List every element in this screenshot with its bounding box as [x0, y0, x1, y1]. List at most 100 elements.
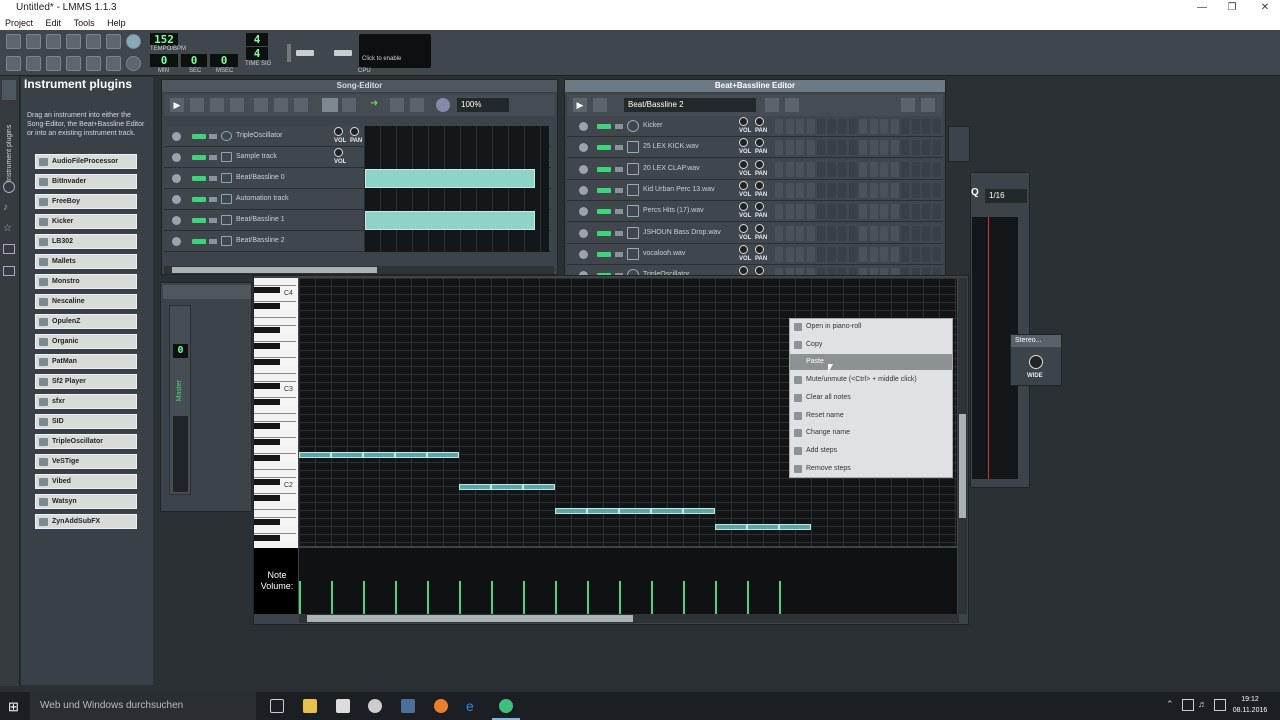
track-settings-gear-icon[interactable] — [579, 185, 588, 195]
bb-add-track-icon[interactable] — [765, 98, 779, 112]
context-menu-item[interactable]: Reset name — [790, 408, 952, 424]
beat-step-button[interactable] — [911, 119, 920, 134]
stereo-plugin-title[interactable]: Stereo... — [1011, 335, 1061, 347]
beat-step-button[interactable] — [922, 246, 930, 262]
note-volume-bar[interactable] — [715, 581, 717, 614]
new-from-template-icon[interactable] — [26, 34, 41, 49]
bb-track-name[interactable]: JSHOUN Bass Drop.wav — [643, 229, 721, 236]
beat-step-button[interactable] — [796, 225, 804, 241]
beat-step-button[interactable] — [775, 119, 783, 134]
master-fader-meter[interactable] — [173, 416, 188, 492]
beat-step-button[interactable] — [911, 161, 920, 177]
beat-step-button[interactable] — [880, 182, 888, 198]
piano-key-black[interactable] — [254, 479, 280, 485]
play-icon[interactable]: ▶ — [170, 98, 184, 112]
beat-step-button[interactable] — [848, 204, 857, 220]
track-solo-led[interactable] — [209, 218, 217, 223]
note-volume-bar[interactable] — [747, 581, 749, 614]
beat-step-button[interactable] — [859, 182, 867, 198]
menu-tools[interactable]: Tools — [69, 16, 100, 30]
track-vol-knob[interactable] — [739, 138, 748, 148]
beat-step-button[interactable] — [880, 225, 888, 241]
beat-step-button[interactable] — [775, 140, 783, 156]
beat-step-button[interactable] — [785, 140, 794, 156]
beat-step-button[interactable] — [848, 246, 857, 262]
track-settings-gear-icon[interactable] — [579, 164, 588, 174]
beat-step-button[interactable] — [827, 182, 836, 198]
beat-step-button[interactable] — [838, 119, 846, 134]
beat-step-button[interactable] — [817, 246, 825, 262]
beat-step-button[interactable] — [848, 225, 857, 241]
piano-key-black[interactable] — [254, 423, 280, 429]
cpu-meter[interactable]: Click to enable — [358, 33, 432, 69]
loop-points-icon[interactable]: ➜ — [370, 98, 384, 112]
song-track-timeline[interactable] — [364, 231, 549, 252]
beat-step-button[interactable] — [827, 161, 836, 177]
instrument-plugins-tab-icon[interactable] — [2, 80, 16, 100]
note-volume-bar[interactable] — [331, 581, 333, 614]
track-solo-led[interactable] — [615, 166, 623, 172]
network-icon[interactable] — [1182, 699, 1194, 711]
track-settings-gear-icon[interactable] — [172, 216, 181, 225]
beat-step-button[interactable] — [922, 225, 930, 241]
beat-step-button[interactable] — [869, 204, 878, 220]
beat-step-button[interactable] — [796, 161, 804, 177]
beat-step-button[interactable] — [775, 246, 783, 262]
add-automation-track-icon[interactable] — [294, 98, 308, 112]
menu-help[interactable]: Help — [102, 16, 131, 30]
firefox-icon[interactable] — [434, 699, 448, 713]
beat-step-button[interactable] — [901, 182, 909, 198]
beat-step-button[interactable] — [817, 161, 825, 177]
menu-project[interactable]: Project — [0, 16, 38, 30]
song-track-name[interactable]: Beat/Bassline 2 — [236, 237, 285, 244]
beat-step-button[interactable] — [848, 119, 857, 134]
piano-roll-note[interactable] — [459, 484, 491, 490]
song-hscrollbar[interactable] — [164, 266, 554, 274]
restore-icon[interactable]: ❐ — [1217, 0, 1247, 16]
fx-mixer-icon[interactable] — [86, 56, 101, 71]
bb-pattern-block[interactable] — [365, 211, 535, 230]
plugin-item[interactable]: BitInvader — [35, 174, 137, 189]
track-pan-knob[interactable] — [755, 159, 764, 169]
track-mute-led[interactable] — [597, 166, 611, 172]
bb-track-name[interactable]: Kicker — [643, 122, 662, 129]
steam-icon[interactable] — [401, 699, 415, 713]
track-settings-gear-icon[interactable] — [172, 174, 181, 183]
piano-key-black[interactable] — [254, 287, 280, 293]
fx-mixer-titlebar[interactable] — [163, 285, 251, 299]
piano-key-black[interactable] — [254, 455, 280, 461]
beat-step-button[interactable] — [796, 182, 804, 198]
beat-step-button[interactable] — [880, 140, 888, 156]
song-editor-titlebar[interactable]: Song-Editor — [162, 80, 557, 92]
song-track-name[interactable]: Beat/Bassline 1 — [236, 216, 285, 223]
beat-step-button[interactable] — [785, 161, 794, 177]
beat-step-button[interactable] — [785, 182, 794, 198]
beat-step-button[interactable] — [806, 119, 815, 134]
beat-step-button[interactable] — [932, 140, 941, 156]
master-volume-slider[interactable] — [287, 44, 291, 62]
edit-mode-icon[interactable] — [342, 98, 356, 112]
track-mute-led[interactable] — [597, 145, 611, 151]
plugin-item[interactable]: Nescaline — [35, 294, 137, 309]
track-settings-gear-icon[interactable] — [172, 237, 181, 246]
track-settings-gear-icon[interactable] — [172, 195, 181, 204]
note-volume-bar[interactable] — [491, 581, 493, 614]
beat-step-button[interactable] — [785, 119, 794, 134]
track-mute-led[interactable] — [192, 134, 206, 139]
project-notes-icon[interactable] — [106, 56, 121, 71]
plugin-item[interactable]: TripleOscillator — [35, 434, 137, 449]
store-icon[interactable] — [336, 699, 350, 713]
presets-tab-icon[interactable]: ☆ — [3, 223, 15, 235]
piano-roll-note[interactable] — [299, 452, 331, 458]
beat-step-button[interactable] — [932, 225, 941, 241]
plugin-item[interactable]: sfxr — [35, 394, 137, 409]
note-volume-bar[interactable] — [683, 581, 685, 614]
media-icon[interactable] — [368, 699, 382, 713]
beat-step-button[interactable] — [859, 246, 867, 262]
piano-key-white[interactable] — [254, 510, 296, 518]
song-track-name[interactable]: Automation track — [236, 195, 289, 202]
piano-key-black[interactable] — [254, 535, 280, 541]
song-track-name[interactable]: TripleOscillator — [236, 132, 282, 139]
beat-step-button[interactable] — [796, 246, 804, 262]
track-vol-knob[interactable] — [739, 244, 748, 254]
